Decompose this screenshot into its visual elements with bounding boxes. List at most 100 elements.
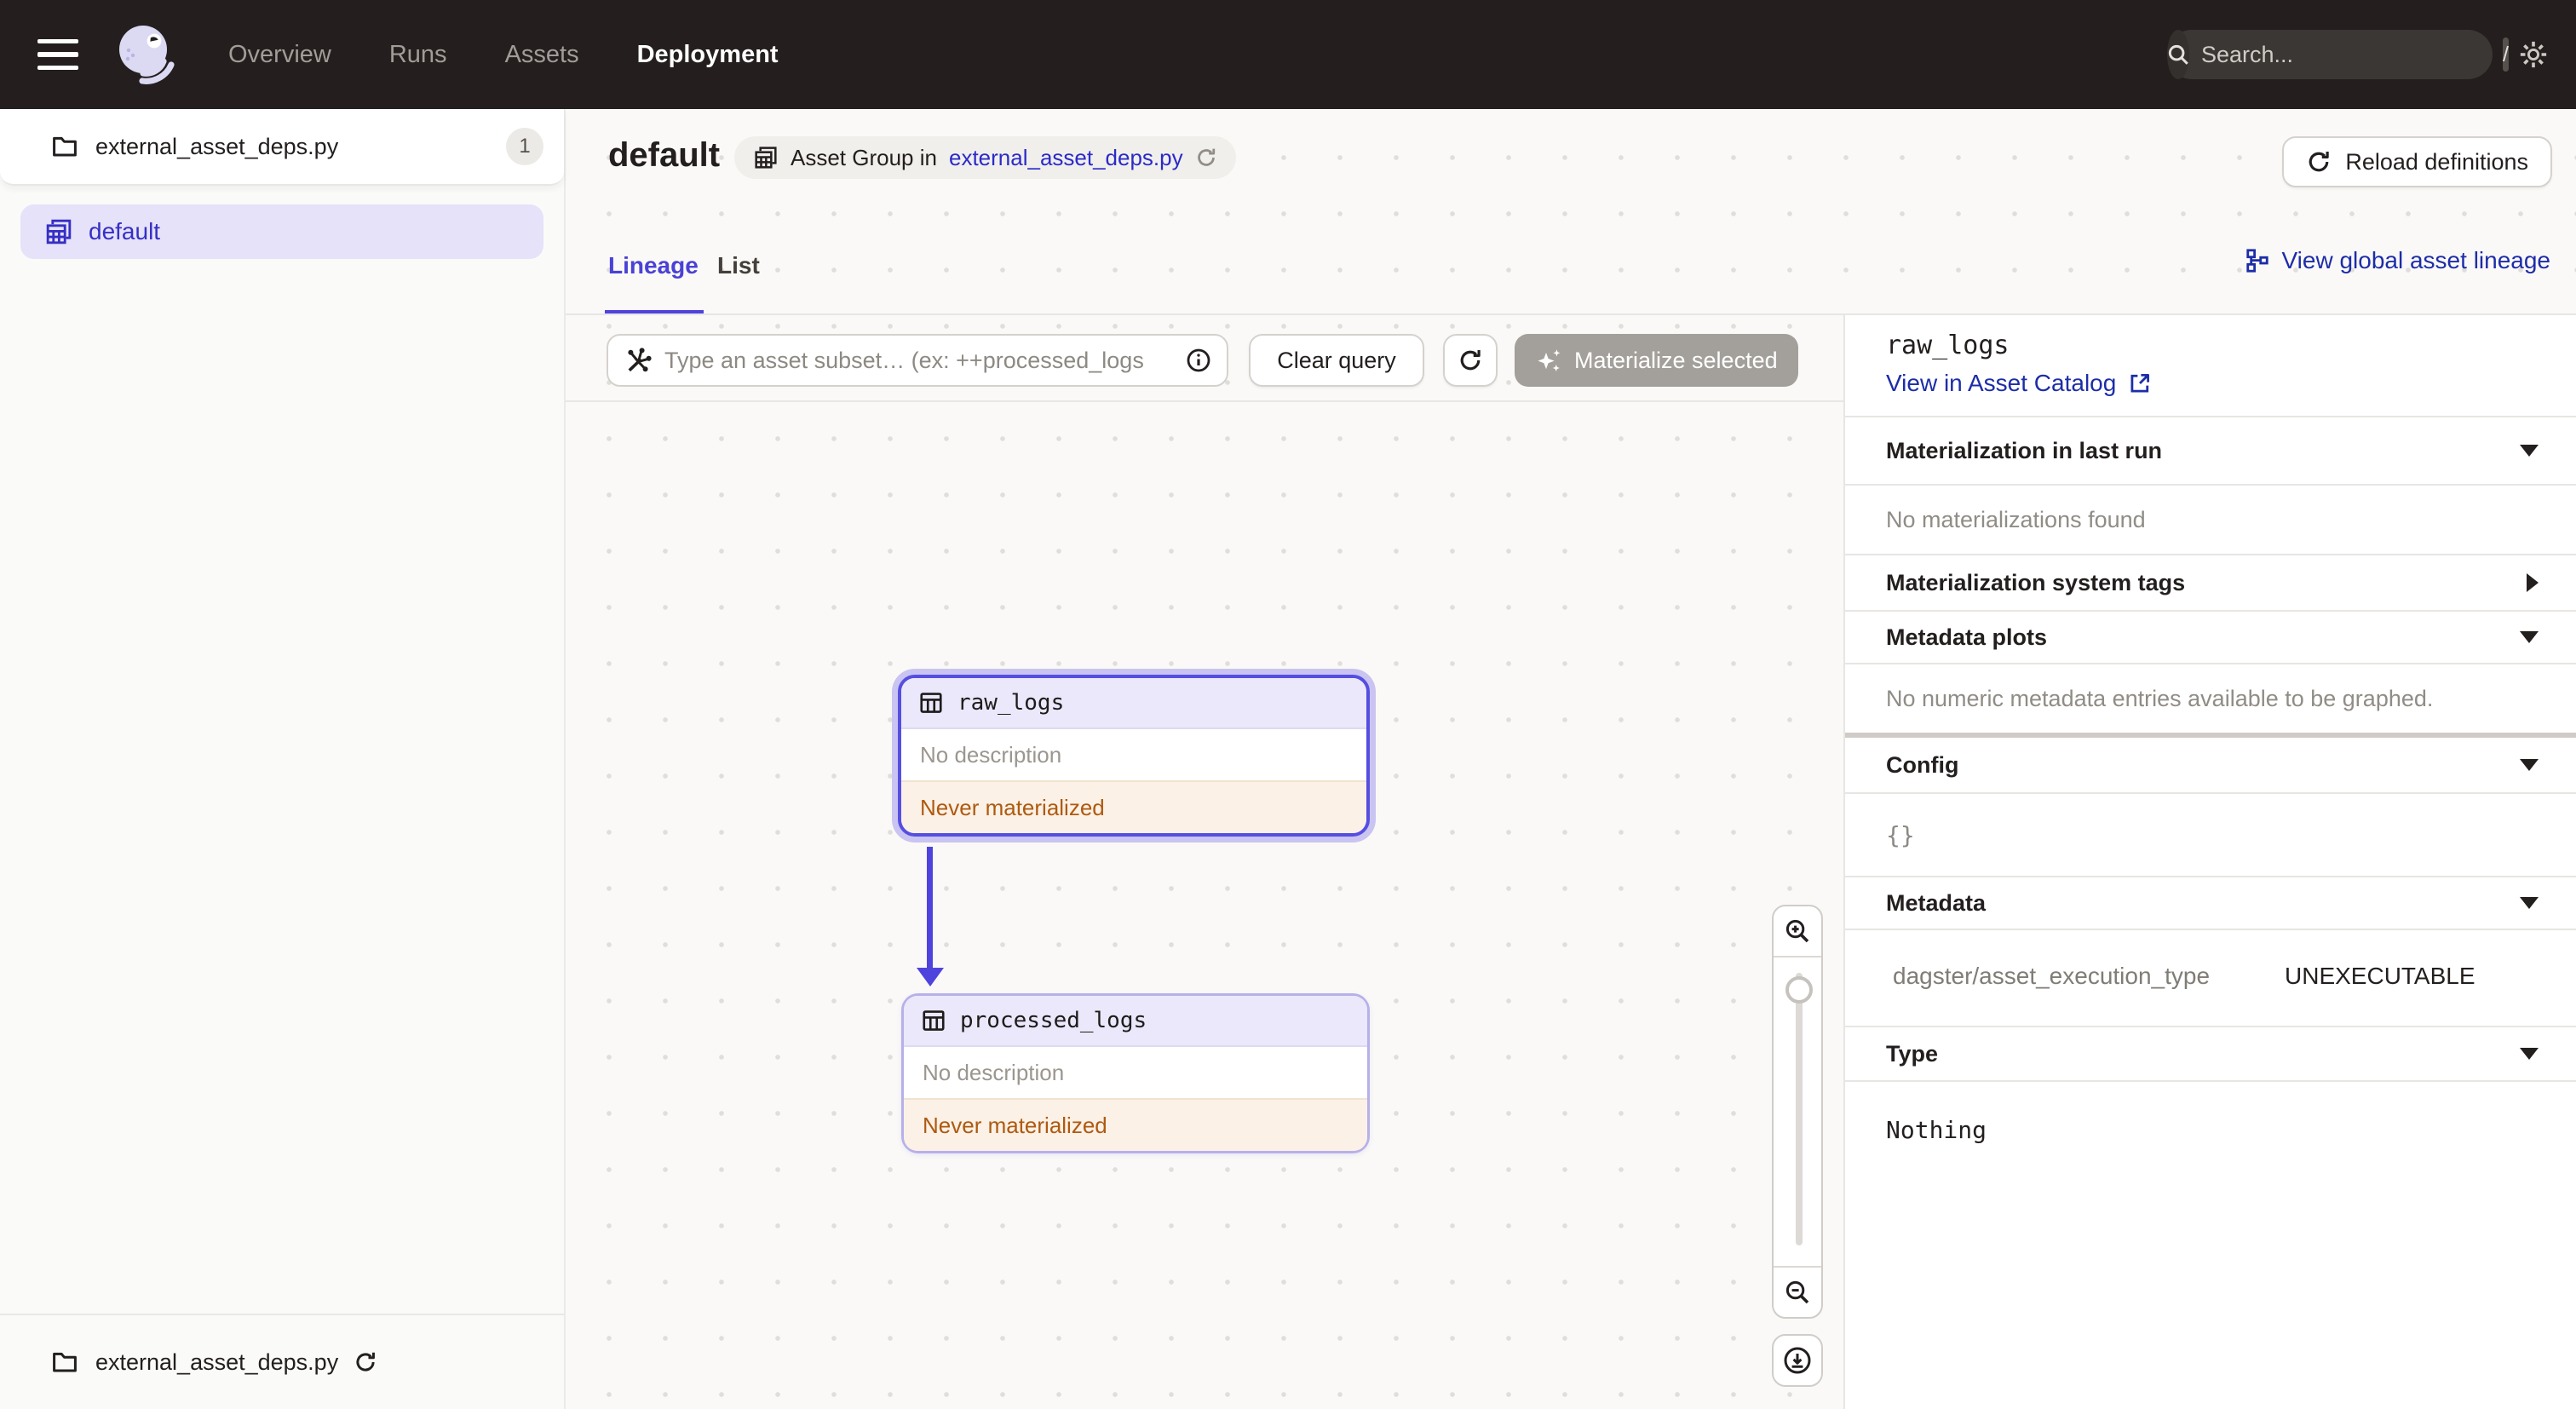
last-run-empty-text: No materializations found [1845, 486, 2576, 555]
main-content: default Asset Group in external_asset_de… [566, 109, 2576, 1409]
section-label: Materialization in last run [1886, 437, 2163, 463]
zoom-out-icon [1785, 1280, 1809, 1304]
section-label: Materialization system tags [1886, 569, 2186, 595]
asset-subset-input[interactable] [664, 347, 1174, 374]
page-title: default [608, 136, 721, 174]
chevron-right-icon [2527, 573, 2539, 592]
zoom-slider[interactable] [1774, 958, 1821, 1266]
section-type[interactable]: Type [1845, 1027, 2576, 1082]
gear-icon[interactable] [2518, 39, 2549, 70]
section-label: Config [1886, 751, 1959, 778]
asset-status-badge: Never materialized [901, 780, 1366, 833]
refresh-icon [2309, 152, 2330, 172]
reload-definitions-button[interactable]: Reload definitions [2282, 136, 2552, 187]
zoom-out-button[interactable] [1774, 1266, 1821, 1317]
asset-details-panel: raw_logs View in Asset Catalog Materiali… [1843, 315, 2576, 1409]
tag-module-link[interactable]: external_asset_deps.py [949, 145, 1183, 171]
asset-group-icon [46, 219, 72, 244]
nav-item-overview[interactable]: Overview [228, 41, 331, 69]
chevron-down-icon [2520, 1048, 2539, 1060]
folder-icon [53, 1352, 77, 1372]
sparkle-icon [1538, 349, 1561, 371]
zoom-in-icon [1785, 919, 1809, 943]
config-value: {} [1845, 794, 2576, 877]
asset-node-raw-logs[interactable]: raw_logs No description Never materializ… [898, 675, 1370, 837]
lineage-graph-icon [2245, 249, 2268, 273]
nav-item-deployment[interactable]: Deployment [637, 41, 779, 69]
chevron-down-icon [2520, 445, 2539, 457]
zoom-controls [1772, 905, 1823, 1319]
zoom-slider-track[interactable] [1796, 973, 1803, 1245]
lineage-edge-arrowhead [917, 968, 944, 986]
panel-asset-title: raw_logs [1886, 331, 2010, 360]
global-search[interactable]: / [2167, 30, 2509, 79]
section-config[interactable]: Config [1845, 738, 2576, 794]
dagster-app: Overview Runs Assets Deployment / extern… [0, 0, 2576, 1409]
table-icon [918, 690, 944, 716]
asset-status-badge: Never materialized [904, 1098, 1367, 1151]
metadata-plots-empty-text: No numeric metadata entries available to… [1886, 685, 2434, 711]
type-value: Nothing [1886, 1115, 1987, 1144]
asset-description: No description [904, 1047, 1367, 1098]
asset-subset-query[interactable] [607, 334, 1228, 387]
view-in-asset-catalog-label: View in Asset Catalog [1886, 370, 2117, 396]
metadata-key: dagster/asset_execution_type [1893, 963, 2211, 989]
metadata-row: dagster/asset_execution_type UNEXECUTABL… [1845, 930, 2576, 1027]
zoom-slider-handle[interactable] [1785, 976, 1813, 1004]
footer-module-label: external_asset_deps.py [95, 1349, 339, 1375]
asset-group-icon [755, 147, 777, 169]
asset-name: raw_logs [957, 690, 1065, 716]
panel-sections: Materialization in last run No materiali… [1845, 416, 2576, 1177]
section-metadata-plots[interactable]: Metadata plots [1845, 612, 2576, 664]
info-icon[interactable] [1186, 348, 1211, 373]
section-materialization-system-tags[interactable]: Materialization system tags [1845, 555, 2576, 612]
asset-node-processed-logs[interactable]: processed_logs No description Never mate… [901, 993, 1370, 1153]
nav-item-assets[interactable]: Assets [505, 41, 579, 69]
tag-prefix: Asset Group in [791, 144, 937, 170]
tab-lineage[interactable]: Lineage [608, 252, 699, 279]
asset-name: processed_logs [960, 1008, 1147, 1033]
lineage-edge [927, 847, 933, 969]
section-label: Metadata [1886, 889, 1987, 916]
refresh-icon[interactable] [1195, 147, 1217, 169]
module-label: external_asset_deps.py [95, 133, 339, 159]
section-metadata[interactable]: Metadata [1845, 877, 2576, 930]
refresh-icon [1460, 350, 1481, 371]
chevron-down-icon [2520, 897, 2539, 909]
menu-icon[interactable] [37, 39, 78, 70]
toolbar-divider [566, 400, 1843, 402]
download-graph-button[interactable] [1772, 1334, 1823, 1387]
sidebar: external_asset_deps.py 1 default externa… [0, 109, 566, 1409]
module-count-badge: 1 [506, 128, 543, 165]
refresh-icon[interactable] [354, 1350, 377, 1374]
folder-icon [53, 136, 77, 157]
section-materialization-last-run[interactable]: Materialization in last run [1845, 417, 2576, 486]
sidebar-module-row[interactable]: external_asset_deps.py 1 [0, 109, 564, 186]
materialize-selected-button[interactable]: Materialize selected [1515, 334, 1798, 387]
nav-item-runs[interactable]: Runs [389, 41, 447, 69]
sidebar-footer: external_asset_deps.py [0, 1314, 564, 1409]
external-link-icon [2130, 373, 2150, 393]
clear-query-button[interactable]: Clear query [1249, 334, 1424, 387]
clear-query-label: Clear query [1277, 347, 1396, 373]
refresh-graph-button[interactable] [1443, 334, 1498, 387]
tab-list[interactable]: List [717, 252, 760, 279]
chevron-down-icon [2520, 759, 2539, 771]
nav-links: Overview Runs Assets Deployment [228, 41, 779, 69]
asset-group-tag: Asset Group in external_asset_deps.py [734, 136, 1236, 179]
asset-description: No description [901, 729, 1366, 780]
asset-node-header: processed_logs [904, 996, 1367, 1047]
section-label: Metadata plots [1886, 624, 2048, 650]
section-label: Type [1886, 1040, 1939, 1067]
table-icon [921, 1008, 946, 1033]
sidebar-item-default[interactable]: default [20, 204, 543, 259]
search-input[interactable] [2189, 41, 2503, 68]
zoom-in-button[interactable] [1774, 906, 1821, 958]
search-shortcut-key: / [2503, 37, 2509, 72]
op-selector-icon [624, 346, 653, 375]
dagster-logo-icon[interactable] [107, 17, 182, 92]
search-icon [2167, 30, 2189, 79]
view-global-asset-lineage-link[interactable]: View global asset lineage [2245, 247, 2550, 274]
view-in-asset-catalog-link[interactable]: View in Asset Catalog [1886, 366, 2152, 400]
metadata-value: UNEXECUTABLE [2285, 963, 2475, 989]
